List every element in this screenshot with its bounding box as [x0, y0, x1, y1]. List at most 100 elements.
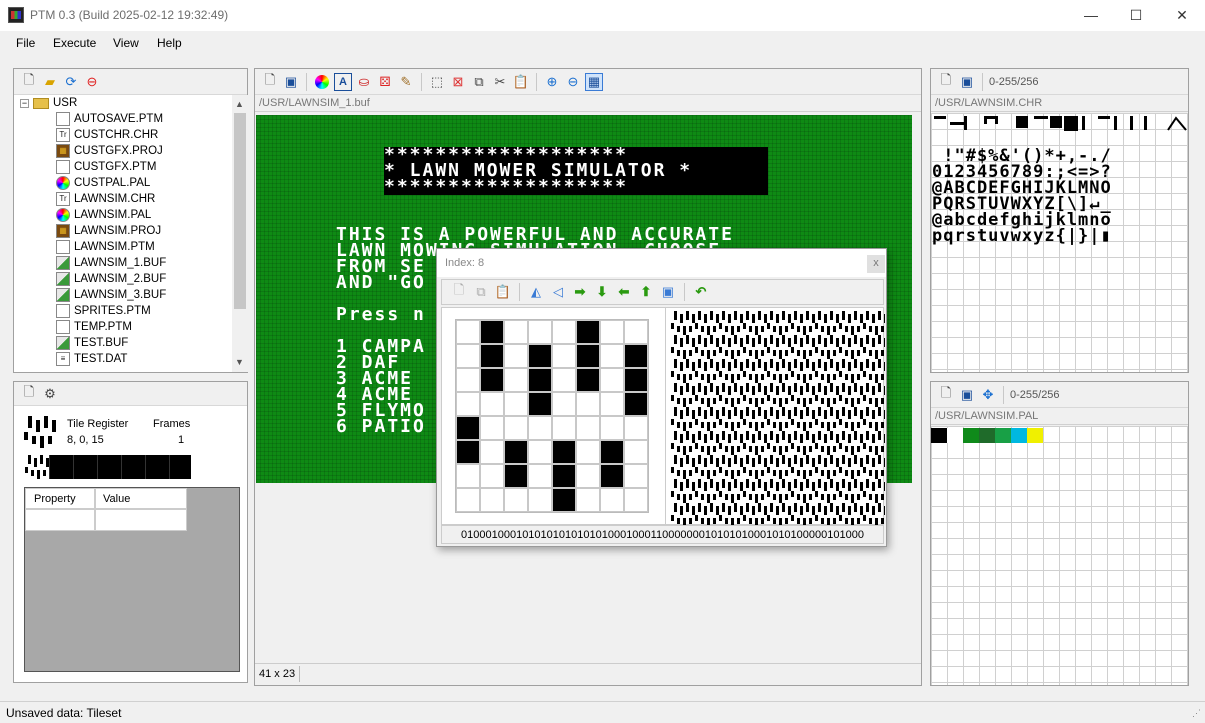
- pixel-cell[interactable]: [600, 416, 624, 440]
- clear-selection-icon[interactable]: ⊠: [449, 73, 467, 91]
- pixel-cell[interactable]: [600, 320, 624, 344]
- property-cell[interactable]: [25, 509, 95, 531]
- pixel-cell[interactable]: [504, 320, 528, 344]
- scroll-down-icon[interactable]: ▼: [235, 357, 244, 367]
- dialog-close-button[interactable]: x: [867, 255, 885, 273]
- pixel-cell[interactable]: [624, 392, 648, 416]
- text-tool-icon[interactable]: A: [334, 72, 352, 91]
- value-cell[interactable]: [95, 509, 187, 531]
- pixel-cell[interactable]: [576, 440, 600, 464]
- new-palette-icon[interactable]: 🗋: [937, 385, 955, 404]
- pixel-cell[interactable]: [528, 464, 552, 488]
- pixel-cell[interactable]: [624, 368, 648, 392]
- pixel-cell[interactable]: [600, 368, 624, 392]
- palette-swatch[interactable]: [1011, 428, 1027, 443]
- pixel-cell[interactable]: [552, 320, 576, 344]
- pixel-cell[interactable]: [528, 392, 552, 416]
- pixel-cell[interactable]: [576, 344, 600, 368]
- tree-item[interactable]: CUSTGFX.PTM: [56, 159, 156, 175]
- pixel-cell[interactable]: [456, 488, 480, 512]
- open-folder-icon[interactable]: ▰: [41, 73, 59, 91]
- pixel-cell[interactable]: [456, 368, 480, 392]
- shift-right-icon[interactable]: ➡: [571, 283, 589, 301]
- pixel-cell[interactable]: [528, 344, 552, 368]
- pixel-cell[interactable]: [504, 392, 528, 416]
- tile-settings-icon[interactable]: ⚙: [41, 385, 59, 403]
- pixel-cell[interactable]: [600, 344, 624, 368]
- pixel-cell[interactable]: [456, 464, 480, 488]
- pixel-cell[interactable]: [504, 464, 528, 488]
- pixel-cell[interactable]: [528, 416, 552, 440]
- value-header[interactable]: Value: [95, 488, 187, 509]
- pixel-cell[interactable]: [480, 344, 504, 368]
- undo-icon[interactable]: ↶: [692, 283, 710, 301]
- grid-toggle-icon[interactable]: ▦: [585, 72, 603, 91]
- pixel-cell[interactable]: [600, 392, 624, 416]
- pixel-cell[interactable]: [456, 344, 480, 368]
- pixel-cell[interactable]: [576, 320, 600, 344]
- pixel-cell[interactable]: [624, 464, 648, 488]
- pixel-cell[interactable]: [456, 416, 480, 440]
- pixel-cell[interactable]: [624, 344, 648, 368]
- property-header[interactable]: Property: [25, 488, 95, 509]
- new-tile-icon[interactable]: 🗋: [20, 384, 38, 403]
- pixel-cell[interactable]: [528, 488, 552, 512]
- menu-help[interactable]: Help: [157, 36, 182, 50]
- dialog-copy-icon[interactable]: ⧉: [472, 283, 490, 301]
- pixel-cell[interactable]: [552, 440, 576, 464]
- palette-swatch[interactable]: [963, 428, 979, 443]
- close-button[interactable]: ✕: [1159, 0, 1205, 31]
- menu-view[interactable]: View: [113, 36, 139, 50]
- pixel-cell[interactable]: [528, 368, 552, 392]
- tree-scrollbar[interactable]: ▲ ▼: [232, 95, 248, 372]
- pixel-cell[interactable]: [504, 368, 528, 392]
- palette-swatch[interactable]: [979, 428, 995, 443]
- cut-icon[interactable]: ✂: [491, 73, 509, 91]
- pixel-cell[interactable]: [600, 464, 624, 488]
- save-icon[interactable]: ▣: [282, 73, 300, 91]
- tree-item[interactable]: AUTOSAVE.PTM: [56, 111, 163, 127]
- pixel-cell[interactable]: [504, 488, 528, 512]
- frame-strip[interactable]: [25, 455, 191, 479]
- flip-vertical-icon[interactable]: ◁: [549, 283, 567, 301]
- pixel-cell[interactable]: [552, 416, 576, 440]
- color-wheel-icon[interactable]: [313, 73, 331, 91]
- select-icon[interactable]: ⬚: [428, 73, 446, 91]
- tree-root-usr[interactable]: − USR: [20, 95, 77, 111]
- shift-left-icon[interactable]: ⬅: [615, 283, 633, 301]
- tree-item[interactable]: ▦ LAWNSIM.PROJ: [56, 223, 161, 239]
- pixel-cell[interactable]: [552, 368, 576, 392]
- pixel-cell[interactable]: [624, 488, 648, 512]
- maximize-button[interactable]: ☐: [1113, 0, 1159, 31]
- palette-swatch[interactable]: [995, 428, 1011, 443]
- pixel-cell[interactable]: [528, 320, 552, 344]
- pixel-cell[interactable]: [480, 392, 504, 416]
- frame-thumb[interactable]: [25, 455, 49, 479]
- pixel-cell[interactable]: [552, 488, 576, 512]
- move-icon[interactable]: ✥: [979, 386, 997, 404]
- pixel-cell[interactable]: [576, 416, 600, 440]
- pixel-cell[interactable]: [504, 344, 528, 368]
- scroll-thumb[interactable]: [234, 113, 246, 309]
- zoom-in-icon[interactable]: ⊕: [543, 73, 561, 91]
- palette-grid[interactable]: [931, 426, 1188, 685]
- tree-item[interactable]: TEMP.PTM: [56, 319, 132, 335]
- pixel-cell[interactable]: [576, 488, 600, 512]
- pixel-cell[interactable]: [552, 392, 576, 416]
- pixel-cell[interactable]: [480, 320, 504, 344]
- palette-swatch[interactable]: [1027, 428, 1043, 443]
- pixel-cell[interactable]: [600, 440, 624, 464]
- pixel-cell[interactable]: [456, 440, 480, 464]
- pixel-cell[interactable]: [504, 416, 528, 440]
- tree-item[interactable]: ▦ CUSTGFX.PROJ: [56, 143, 163, 159]
- save-charset-icon[interactable]: ▣: [958, 73, 976, 91]
- pixel-cell[interactable]: [624, 416, 648, 440]
- new-buffer-icon[interactable]: 🗋: [261, 72, 279, 91]
- palette-swatch[interactable]: [947, 428, 963, 443]
- pixel-cell[interactable]: [576, 392, 600, 416]
- pixel-cell[interactable]: [456, 320, 480, 344]
- flip-horizontal-icon[interactable]: ◭: [527, 283, 545, 301]
- palette-swatch[interactable]: [931, 428, 947, 443]
- refresh-icon[interactable]: ⟳: [62, 73, 80, 91]
- pixel-editor[interactable]: [455, 319, 649, 513]
